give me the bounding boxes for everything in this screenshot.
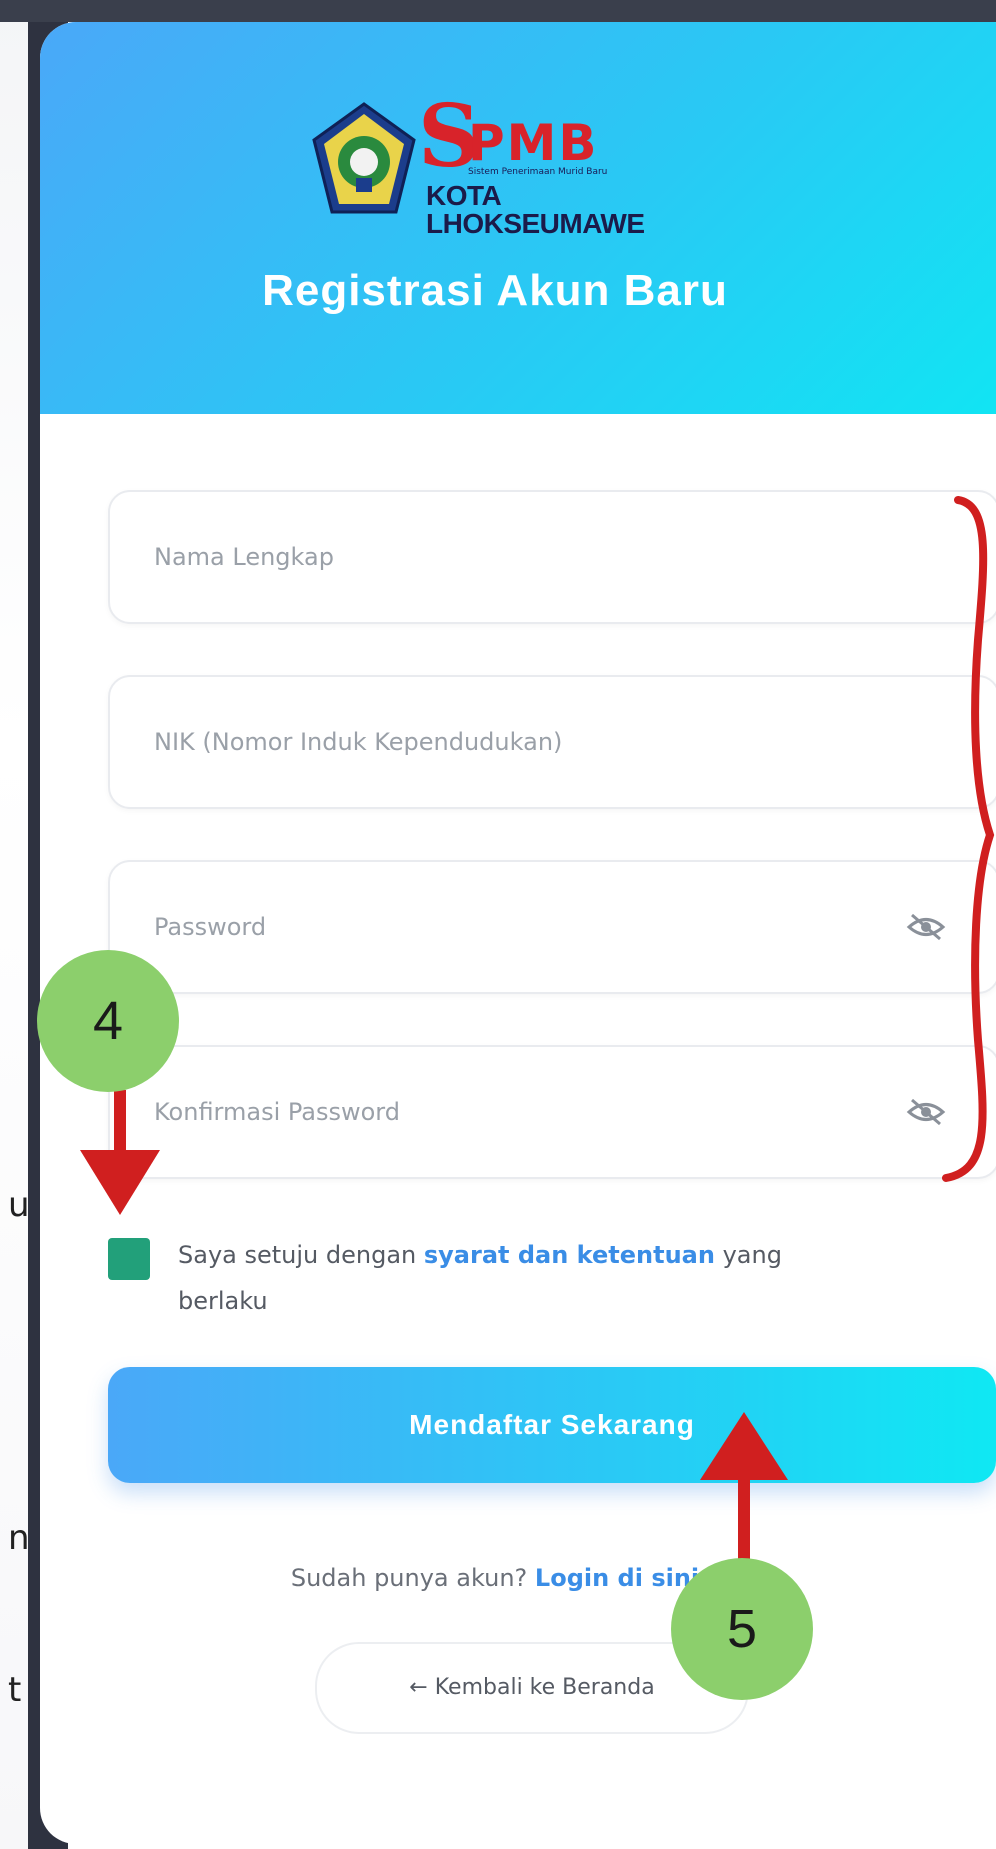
page-title: Registrasi Akun Baru: [262, 266, 728, 315]
full-name-field[interactable]: Nama Lengkap: [108, 490, 996, 624]
registration-card: S PMB Sistem Penerimaan Murid Baru KOTA …: [40, 22, 996, 1844]
card-header: S PMB Sistem Penerimaan Murid Baru KOTA …: [40, 22, 996, 414]
annotation-badge-4: 4: [37, 950, 179, 1092]
terms-agreement: Saya setuju dengan syarat dan ketentuan …: [108, 1232, 996, 1342]
login-prompt-text: Sudah punya akun?: [290, 1564, 535, 1592]
confirm-password-placeholder: Konfirmasi Password: [154, 1098, 400, 1126]
confirm-password-field[interactable]: Konfirmasi Password: [108, 1045, 996, 1179]
eye-slash-icon[interactable]: [906, 1097, 946, 1127]
login-prompt: Sudah punya akun? Login di sini: [40, 1564, 950, 1592]
logo-pmb-text: PMB: [468, 114, 599, 172]
full-name-placeholder: Nama Lengkap: [154, 543, 334, 571]
terms-prefix: Saya setuju dengan: [178, 1241, 424, 1269]
nik-placeholder: NIK (Nomor Induk Kependudukan): [154, 728, 563, 756]
emblem-icon: [312, 102, 416, 214]
login-link[interactable]: Login di sini: [535, 1564, 699, 1592]
side-text-fragment: n: [8, 1518, 30, 1558]
logo-subtitle: Sistem Penerimaan Murid Baru: [468, 167, 608, 177]
logo-city: KOTA LHOKSEUMAWE: [426, 180, 645, 239]
annotation-badge-5: 5: [671, 1558, 813, 1700]
background-top: [0, 0, 996, 22]
register-button[interactable]: Mendaftar Sekarang: [108, 1367, 996, 1483]
terms-checkbox[interactable]: [108, 1238, 150, 1280]
eye-slash-icon[interactable]: [906, 912, 946, 942]
terms-link[interactable]: syarat dan ketentuan: [424, 1241, 715, 1269]
password-field[interactable]: Password: [108, 860, 996, 994]
nik-field[interactable]: NIK (Nomor Induk Kependudukan): [108, 675, 996, 809]
side-text-fragment: u: [8, 1185, 30, 1225]
spmb-logo: S PMB Sistem Penerimaan Murid Baru KOTA …: [308, 94, 718, 238]
side-text-fragment: t: [8, 1670, 22, 1710]
password-placeholder: Password: [154, 913, 267, 941]
terms-text: Saya setuju dengan syarat dan ketentuan …: [178, 1232, 878, 1324]
